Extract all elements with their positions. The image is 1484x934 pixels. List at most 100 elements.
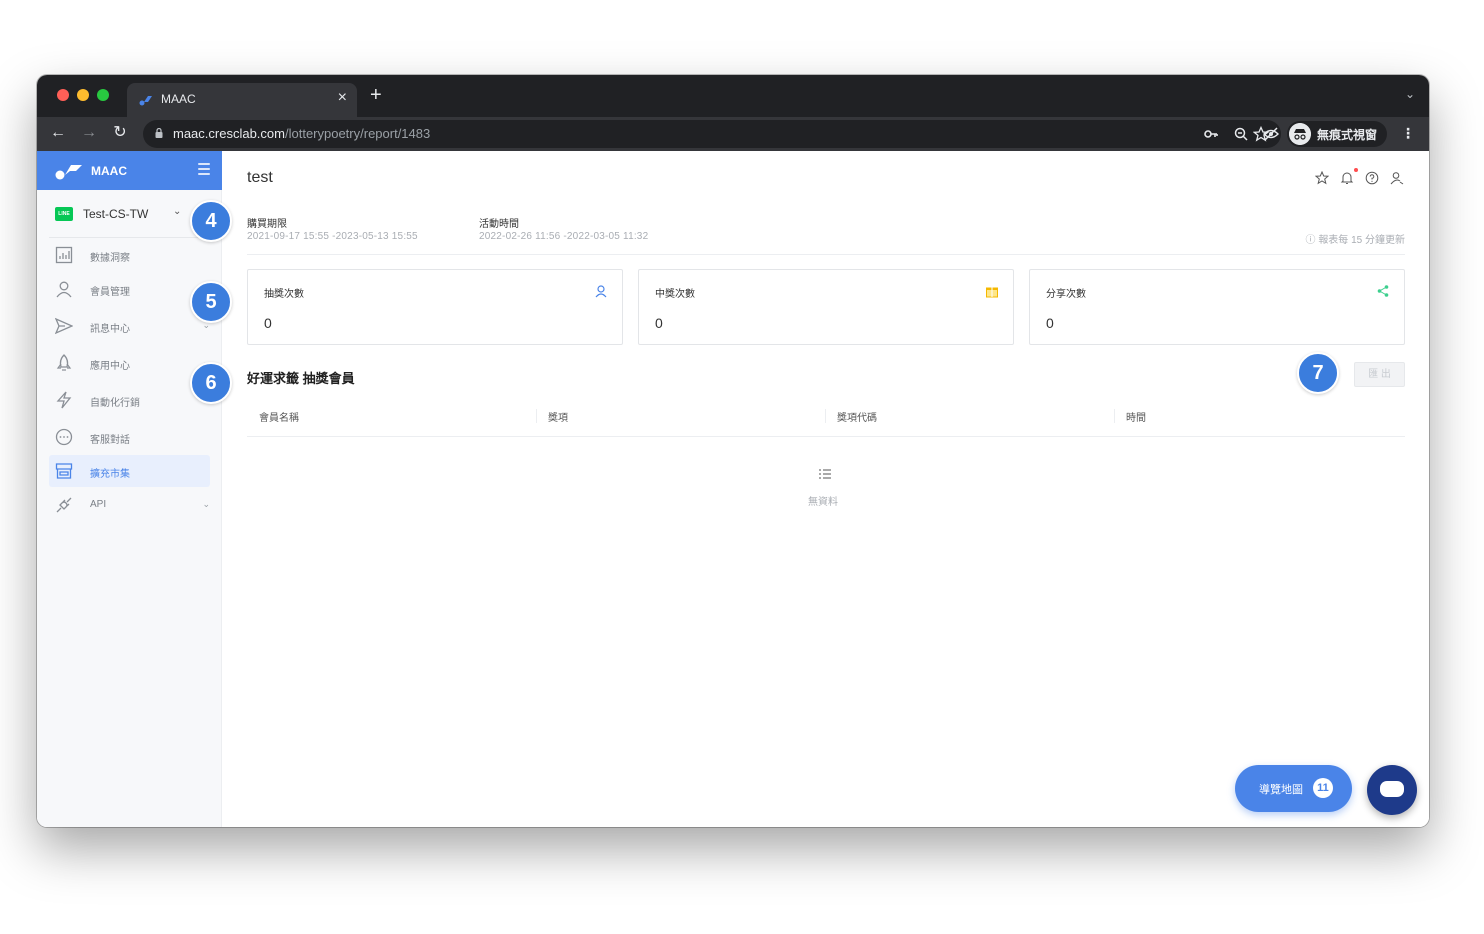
user-settings-icon[interactable] (1390, 171, 1404, 185)
maac-favicon-icon (139, 96, 152, 106)
divider (247, 254, 1405, 255)
user-icon (56, 281, 72, 298)
chat-launcher-button[interactable] (1367, 765, 1417, 815)
stat-value: 0 (264, 315, 272, 331)
incognito-indicator[interactable]: 無痕式視窗 (1287, 121, 1387, 147)
sidebar-divider (49, 237, 211, 238)
key-icon[interactable] (1203, 126, 1219, 142)
sidebar-item-label: 自動化行銷 (90, 398, 140, 409)
column-separator (536, 409, 537, 423)
step-marker-4: 4 (190, 200, 232, 242)
table-header: 會員名稱 獎項 獎項代碼 時間 (247, 399, 1405, 437)
forward-arrow-icon[interactable]: → (80, 124, 98, 142)
app-area: MAAC LINE Test-CS-TW ⌄ 數據洞察 會員管理 訊息中心 ⌄ (37, 151, 1429, 827)
sidebar-item-label: API (90, 499, 107, 510)
tab-title: MAAC (161, 92, 196, 106)
clock-icon: ⓘ (1305, 235, 1316, 246)
column-prize: 獎項 (548, 413, 568, 424)
sidebar-item-label: 數據洞察 (90, 253, 130, 264)
sidebar-item-messages[interactable]: 訊息中心 ⌄ (49, 310, 210, 342)
export-button[interactable]: 匯 出 (1354, 362, 1405, 387)
sidebar-item-marketplace[interactable]: 擴充市集 (49, 455, 210, 487)
maximize-window-button[interactable] (97, 89, 109, 101)
title-bar: MAAC × + ⌄ (37, 75, 1429, 117)
store-icon (55, 463, 73, 479)
incognito-label: 無痕式視窗 (1317, 128, 1378, 142)
user-icon (595, 285, 607, 298)
send-icon (55, 317, 73, 335)
guide-map-button[interactable]: 導覽地圖 11 (1235, 765, 1352, 812)
chevron-down-icon: ⌄ (173, 206, 182, 217)
empty-list-icon (819, 469, 831, 479)
activity-time-label: 活動時間 (479, 219, 519, 230)
sidebar-item-label: 會員管理 (90, 287, 130, 298)
bell-icon[interactable] (1340, 171, 1354, 185)
url-host: maac.cresclab.com (173, 126, 285, 141)
back-arrow-icon[interactable]: ← (49, 124, 67, 142)
column-member-name: 會員名稱 (259, 413, 299, 424)
gift-icon (986, 287, 998, 298)
step-marker-6: 6 (190, 362, 232, 404)
url-text[interactable]: maac.cresclab.com/lotterypoetry/report/1… (173, 126, 430, 141)
url-path: /lotterypoetry/report/1483 (284, 126, 431, 141)
lock-icon (155, 128, 163, 138)
stat-card-draws: 抽獎次數 0 (247, 269, 623, 345)
sidebar-item-label: 訊息中心 (90, 324, 130, 335)
stat-value: 0 (655, 315, 663, 331)
tab-close-icon[interactable]: × (338, 89, 347, 107)
sidebar-item-api[interactable]: API ⌄ (49, 489, 210, 521)
sidebar-item-apps[interactable]: 應用中心 ⌄ (49, 347, 210, 379)
sidebar-item-automation[interactable]: 自動化行銷 (49, 384, 210, 416)
refresh-note-text: 報表每 15 分鐘更新 (1318, 235, 1405, 246)
close-window-button[interactable] (57, 89, 69, 101)
stat-card-shares: 分享次數 0 (1029, 269, 1405, 345)
minimize-window-button[interactable] (77, 89, 89, 101)
main-content: test 購買期限 2021-09-17 15:55 -2023-05-13 1… (222, 151, 1429, 827)
line-badge-icon: LINE (55, 207, 73, 221)
rocket-icon (56, 354, 72, 371)
stat-label: 中獎次數 (655, 289, 695, 300)
purchase-period-value: 2021-09-17 15:55 -2023-05-13 15:55 (247, 231, 418, 242)
sidebar-item-chat[interactable]: 客服對話 (49, 421, 210, 453)
empty-state-text: 無資料 (808, 497, 838, 508)
sidebar-item-insights[interactable]: 數據洞察 (49, 239, 210, 271)
browser-toolbar: ← → ↻ maac.cresclab.com/lotterypoetry/re… (37, 117, 1429, 151)
address-bar[interactable]: maac.cresclab.com/lotterypoetry/report/1… (143, 120, 1281, 148)
sidebar-item-label: 應用中心 (90, 361, 130, 372)
reload-icon[interactable]: ↻ (111, 124, 129, 142)
plug-icon (56, 497, 72, 513)
column-separator (1114, 409, 1115, 423)
account-name: Test-CS-TW (83, 207, 149, 221)
chat-icon (55, 428, 73, 446)
chat-bubble-icon (1380, 781, 1404, 797)
tab-search-chevron-icon[interactable]: ⌄ (1405, 87, 1415, 101)
step-marker-7: 7 (1297, 352, 1339, 394)
step-marker-5: 5 (190, 281, 232, 323)
guide-map-label: 導覽地圖 (1259, 784, 1303, 796)
incognito-icon (1289, 123, 1311, 145)
brand-header: MAAC (37, 151, 222, 190)
activity-time-value: 2022-02-26 11:56 -2022-03-05 11:32 (479, 231, 649, 242)
lightning-icon (56, 391, 72, 409)
sidebar-item-members[interactable]: 會員管理 (49, 273, 210, 305)
column-separator (825, 409, 826, 423)
browser-window: MAAC × + ⌄ ← → ↻ maac.cresclab.com/lotte… (37, 75, 1429, 827)
notification-dot (1354, 168, 1358, 172)
stat-label: 分享次數 (1046, 289, 1086, 300)
maac-logo-icon (55, 165, 82, 180)
brand-name: MAAC (91, 164, 127, 178)
help-icon[interactable] (1365, 171, 1379, 185)
browser-menu-icon[interactable]: ⋮ (1401, 125, 1415, 142)
guide-count-badge: 11 (1313, 778, 1333, 798)
bookmark-star-icon[interactable] (1253, 126, 1269, 142)
browser-tab[interactable]: MAAC × (127, 83, 357, 117)
header-actions (1315, 168, 1405, 187)
sidebar-item-label: 客服對話 (90, 435, 130, 446)
column-time: 時間 (1126, 413, 1146, 424)
zoom-icon[interactable] (1233, 126, 1249, 142)
new-tab-button[interactable]: + (370, 84, 382, 107)
sidebar-item-label: 擴充市集 (90, 469, 130, 480)
hamburger-menu-icon[interactable] (198, 163, 210, 175)
star-icon[interactable] (1315, 171, 1329, 185)
stat-value: 0 (1046, 315, 1054, 331)
